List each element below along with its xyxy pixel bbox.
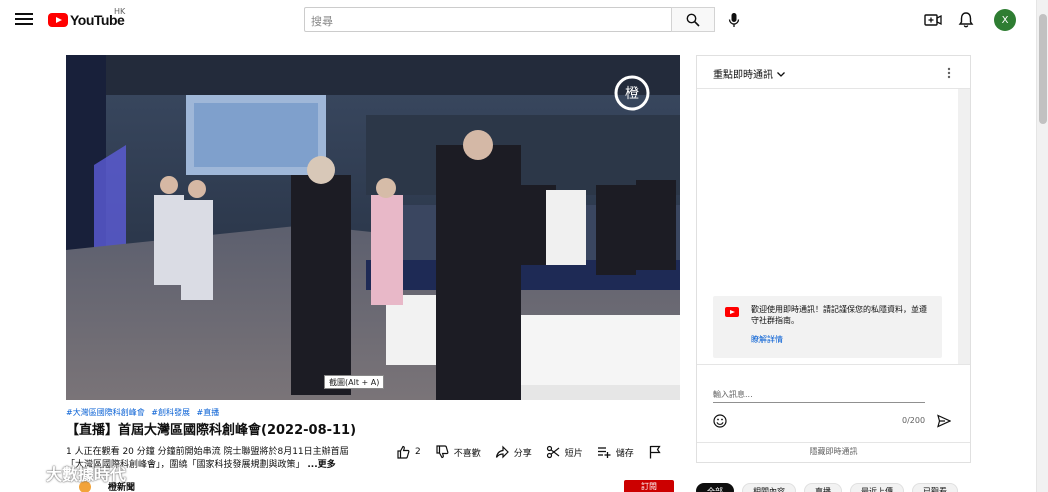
share-button[interactable]: 分享: [495, 445, 532, 459]
hashtag-link[interactable]: #直播: [197, 408, 220, 417]
youtube-play-icon: [48, 13, 68, 27]
top-bar: YouTube HK 搜尋 X: [0, 0, 1036, 40]
bell-icon: [958, 12, 974, 28]
avatar[interactable]: X: [994, 9, 1016, 31]
flag-icon: [649, 445, 661, 459]
hashtags: #大灣區國際科創峰會 #創科發展 #直播: [66, 407, 223, 418]
create-button[interactable]: [923, 10, 943, 30]
subscribe-button[interactable]: 訂閱: [624, 480, 674, 492]
chip-all[interactable]: 全部: [696, 483, 734, 492]
search-button[interactable]: [671, 7, 715, 32]
thumbs-down-icon: [436, 445, 449, 459]
video-title: 【直播】首屆大灣區國際科創峰會(2022-08-11): [66, 423, 357, 438]
chat-header-title: 重點即時通訊: [713, 70, 773, 81]
hide-chat-button[interactable]: 隱藏即時通訊: [697, 442, 970, 462]
dislike-button[interactable]: 不喜歡: [435, 445, 481, 459]
emoji-icon[interactable]: [713, 413, 727, 428]
chat-message-input[interactable]: 輸入訊息...: [713, 389, 925, 403]
share-label: 分享: [513, 448, 532, 459]
send-icon[interactable]: [937, 413, 952, 428]
hashtag-link[interactable]: #大灣區國際科創峰會: [66, 408, 145, 417]
description-line[interactable]: 1 人正在觀看 20 分鐘 分鐘前開始串流 院士聯盟將於8月11日主辦首屆: [66, 444, 349, 457]
scissors-icon: [546, 445, 560, 459]
video-player[interactable]: 橙 截圖(Alt + A): [66, 55, 680, 400]
chat-mode-dropdown[interactable]: 重點即時通訊: [713, 66, 786, 81]
playlist-add-icon: [597, 447, 611, 458]
voice-search-button[interactable]: [722, 8, 746, 32]
chip-live[interactable]: 直播: [804, 483, 842, 492]
char-count: 0/200: [902, 416, 926, 425]
save-button[interactable]: 儲存: [597, 445, 634, 459]
youtube-logo[interactable]: YouTube: [48, 11, 125, 29]
chat-welcome-notice: 歡迎使用即時通訊！請記謹保您的私隱資料，並遵守社群指南。 瞭解詳情: [713, 296, 942, 358]
live-chat-panel: 重點即時通訊 歡迎使用即時通訊！請記謹保您的私隱資料，並遵守社群指南。 瞭解詳情…: [696, 55, 971, 463]
chip-related[interactable]: 相關內容: [742, 483, 796, 492]
filter-chips: 全部 相關內容 直播 最近上傳 已觀看: [696, 483, 966, 492]
page-scrollbar[interactable]: [1036, 0, 1048, 492]
notifications-button[interactable]: [956, 10, 976, 30]
like-button[interactable]: 2: [396, 445, 421, 459]
chat-scrollbar[interactable]: [958, 89, 970, 364]
share-icon: [495, 445, 509, 459]
chip-watched[interactable]: 已觀看: [912, 483, 958, 492]
hashtag-link[interactable]: #創科發展: [151, 408, 190, 417]
watermark: 大數據時代: [6, 458, 126, 488]
scroll-thumb[interactable]: [1039, 14, 1047, 124]
mic-icon: [728, 13, 740, 27]
video-actions: 2 不喜歡 分享 短片 儲存: [396, 444, 681, 460]
create-icon: [924, 14, 942, 26]
channel-row: 橙新聞 訂閱: [66, 478, 678, 492]
chat-input-area: 輸入訊息... 0/200: [697, 364, 970, 434]
show-more-link[interactable]: ...更多: [307, 460, 335, 470]
video-frame: 橙: [66, 55, 680, 400]
notice-text: 歡迎使用即時通訊！請記謹保您的私隱資料，並遵守社群指南。: [751, 305, 927, 325]
youtube-play-icon: [725, 307, 739, 317]
clip-label: 短片: [564, 448, 583, 459]
chip-recent[interactable]: 最近上傳: [850, 483, 904, 492]
more-options-icon[interactable]: [942, 65, 956, 79]
report-button[interactable]: [648, 445, 667, 459]
thumbs-up-icon: [397, 445, 410, 459]
screenshot-tooltip: 截圖(Alt + A): [324, 375, 385, 389]
watermark-logo-icon: [8, 465, 44, 481]
search-icon: [686, 13, 700, 27]
region-label: HK: [114, 7, 126, 16]
search-input[interactable]: 搜尋: [304, 7, 672, 32]
watermark-text: 大數據時代: [46, 465, 127, 484]
like-count: 2: [415, 447, 421, 457]
channel-logo-overlay: 橙: [625, 86, 639, 102]
chevron-down-icon: [777, 71, 785, 77]
menu-icon[interactable]: [14, 10, 34, 30]
clip-button[interactable]: 短片: [546, 445, 583, 459]
chat-header: 重點即時通訊: [697, 56, 970, 89]
chat-messages[interactable]: 歡迎使用即時通訊！請記謹保您的私隱資料，並遵守社群指南。 瞭解詳情: [697, 89, 970, 364]
save-label: 儲存: [615, 448, 634, 459]
dislike-label: 不喜歡: [453, 448, 481, 459]
learn-more-link[interactable]: 瞭解詳情: [751, 334, 783, 345]
